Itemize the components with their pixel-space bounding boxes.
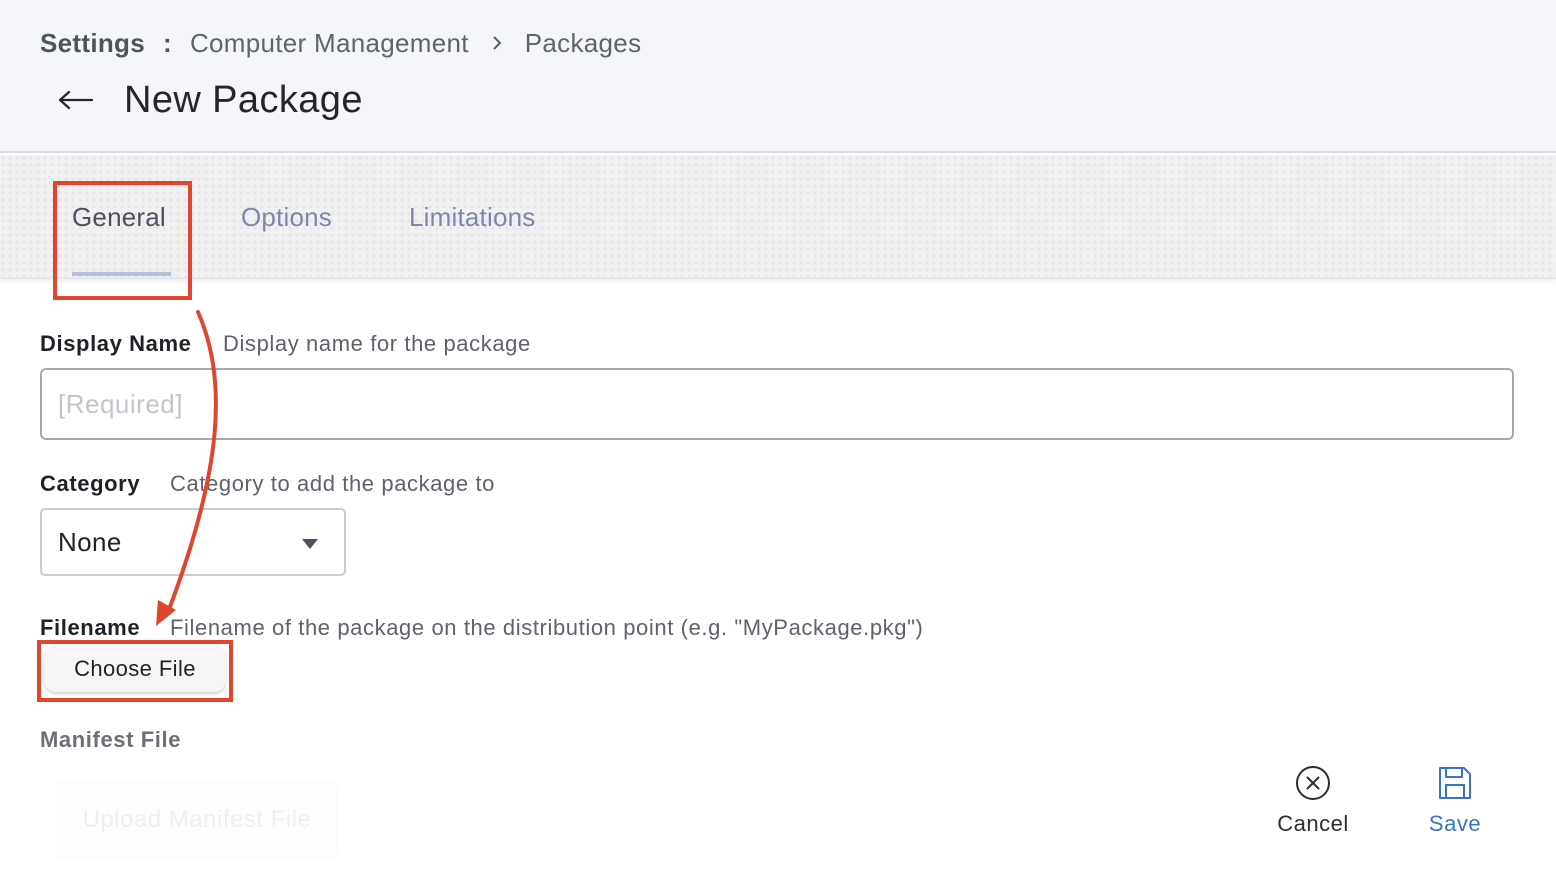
upload-manifest-button[interactable]: Upload Manifest File (58, 782, 336, 858)
filename-help: Filename of the package on the distribut… (170, 615, 924, 640)
filename-label: Filename (40, 615, 141, 640)
close-circle-icon (1296, 766, 1330, 800)
save-label: Save (1428, 811, 1482, 836)
manifest-file-label: Manifest File (40, 727, 182, 752)
category-help: Category to add the package to (170, 471, 495, 496)
floppy-disk-icon (1439, 767, 1471, 799)
tab-general[interactable]: General (72, 199, 166, 235)
breadcrumb-packages[interactable]: Packages (525, 28, 642, 59)
category-selected-value: None (58, 526, 122, 557)
display-name-help: Display name for the package (223, 331, 531, 356)
save-button[interactable]: Save (1400, 764, 1510, 844)
tab-bar: General Options Limitations (0, 155, 1556, 279)
breadcrumb: Settings : Computer Management Packages (40, 26, 641, 60)
tab-options[interactable]: Options (241, 199, 332, 235)
page-title: New Package (124, 79, 363, 121)
display-name-label: Display Name (40, 331, 192, 356)
category-label: Category (40, 471, 141, 496)
display-name-input[interactable] (40, 368, 1514, 440)
choose-file-button[interactable]: Choose File (44, 646, 226, 692)
breadcrumb-separator: : (162, 27, 172, 58)
back-button[interactable] (52, 78, 100, 122)
arrow-left-icon (58, 90, 94, 110)
active-tab-indicator (72, 272, 171, 276)
page-header: Settings : Computer Management Packages … (0, 0, 1556, 153)
cancel-label: Cancel (1277, 811, 1349, 836)
dropdown-caret-icon (302, 539, 318, 549)
cancel-button[interactable]: Cancel (1258, 764, 1368, 844)
breadcrumb-computer-management[interactable]: Computer Management (190, 28, 469, 59)
tab-limitations[interactable]: Limitations (409, 199, 535, 235)
chevron-right-icon (491, 34, 503, 52)
category-select[interactable]: None (40, 508, 346, 576)
breadcrumb-settings[interactable]: Settings (40, 28, 145, 59)
